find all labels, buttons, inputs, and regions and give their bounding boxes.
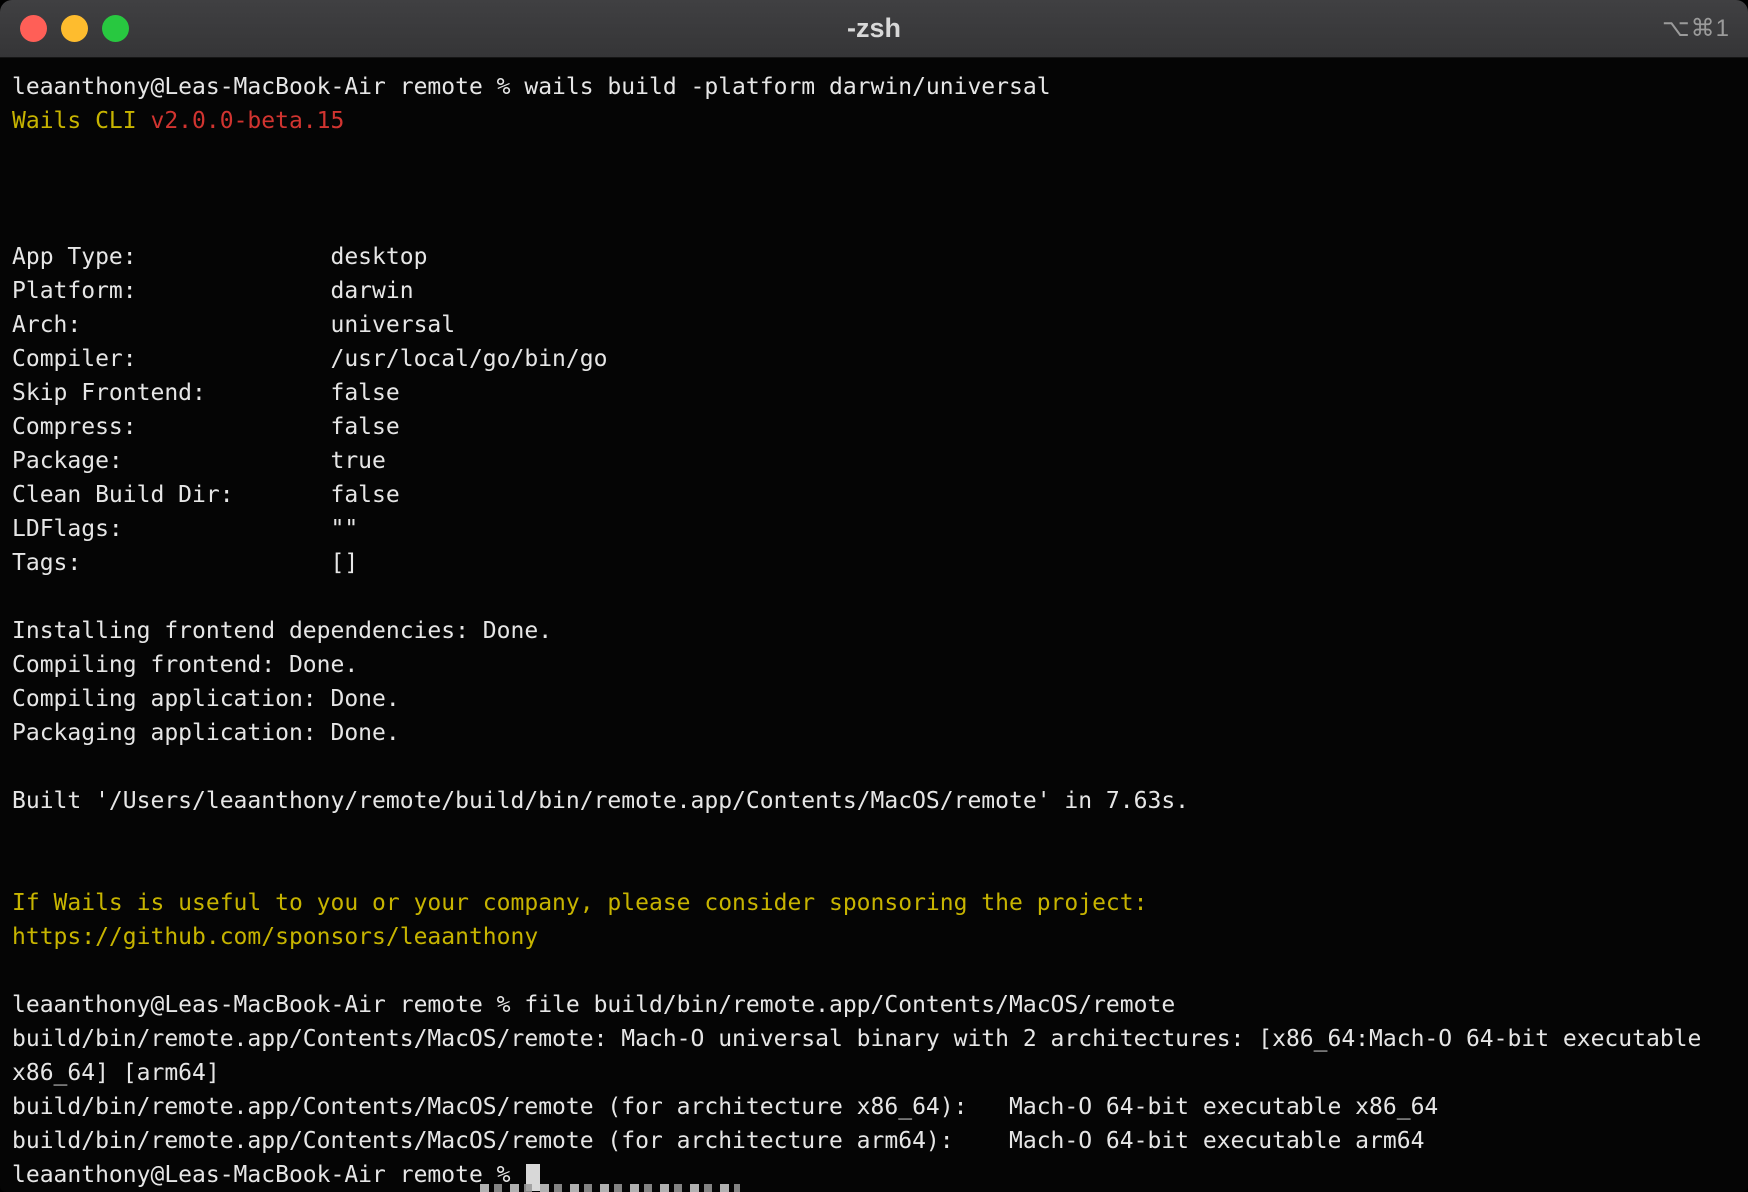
terminal-text-segment: Installing frontend dependencies: Done. — [12, 618, 552, 644]
terminal-line — [12, 580, 1748, 614]
terminal-text-segment: App Type: desktop — [12, 244, 427, 270]
terminal-text-segment: Wails CLI — [12, 108, 150, 134]
terminal-text-segment: leaanthony@Leas-MacBook-Air remote % wai… — [12, 74, 1051, 100]
terminal-text-segment: Built '/Users/leaanthony/remote/build/bi… — [12, 788, 1189, 814]
terminal-text-segment: Platform: darwin — [12, 278, 414, 304]
terminal-text-segment: Skip Frontend: false — [12, 380, 400, 406]
terminal-line — [12, 138, 1748, 172]
terminal-text-segment: Compiling application: Done. — [12, 686, 400, 712]
terminal-text-segment: Packaging application: Done. — [12, 720, 400, 746]
terminal-text-segment: If Wails is useful to you or your compan… — [12, 890, 1147, 916]
window-title: -zsh — [0, 13, 1748, 44]
terminal-line: x86_64] [arm64] — [12, 1056, 1748, 1090]
close-button[interactable] — [20, 15, 47, 42]
terminal-line: Skip Frontend: false — [12, 376, 1748, 410]
terminal-line: leaanthony@Leas-MacBook-Air remote % — [12, 1158, 1748, 1192]
terminal-line — [12, 206, 1748, 240]
terminal-line: LDFlags: "" — [12, 512, 1748, 546]
terminal-line: Installing frontend dependencies: Done. — [12, 614, 1748, 648]
terminal-text-segment: build/bin/remote.app/Contents/MacOS/remo… — [12, 1128, 1424, 1154]
terminal-text-segment: Compress: false — [12, 414, 400, 440]
terminal-line: build/bin/remote.app/Contents/MacOS/remo… — [12, 1022, 1748, 1056]
terminal-text-segment: https://github.com/sponsors/leaanthony — [12, 924, 538, 950]
terminal-line: Built '/Users/leaanthony/remote/build/bi… — [12, 784, 1748, 818]
terminal-line: Compiler: /usr/local/go/bin/go — [12, 342, 1748, 376]
terminal-text-segment: Clean Build Dir: false — [12, 482, 400, 508]
terminal-line: build/bin/remote.app/Contents/MacOS/remo… — [12, 1124, 1748, 1158]
terminal-line: If Wails is useful to you or your compan… — [12, 886, 1748, 920]
zoom-button[interactable] — [102, 15, 129, 42]
terminal-line: Clean Build Dir: false — [12, 478, 1748, 512]
terminal-text-segment: LDFlags: "" — [12, 516, 358, 542]
terminal-line: Packaging application: Done. — [12, 716, 1748, 750]
terminal-line: leaanthony@Leas-MacBook-Air remote % fil… — [12, 988, 1748, 1022]
terminal-line: leaanthony@Leas-MacBook-Air remote % wai… — [12, 70, 1748, 104]
terminal-text-segment: Arch: universal — [12, 312, 455, 338]
terminal-text-segment: leaanthony@Leas-MacBook-Air remote % fil… — [12, 992, 1175, 1018]
terminal-line: Platform: darwin — [12, 274, 1748, 308]
terminal-text-segment: build/bin/remote.app/Contents/MacOS/remo… — [12, 1026, 1701, 1052]
terminal-text-segment: Package: true — [12, 448, 386, 474]
terminal-line: App Type: desktop — [12, 240, 1748, 274]
terminal-text-segment: Compiler: /usr/local/go/bin/go — [12, 346, 607, 372]
terminal-text-segment: leaanthony@Leas-MacBook-Air remote % — [12, 1162, 524, 1188]
terminal-text-segment: Tags: [] — [12, 550, 358, 576]
terminal-line: Tags: [] — [12, 546, 1748, 580]
terminal-line — [12, 818, 1748, 852]
terminal-line: Wails CLI v2.0.0-beta.15 — [12, 104, 1748, 138]
clipped-text-fragment — [480, 1184, 740, 1192]
window-titlebar[interactable]: -zsh ⌥⌘1 — [0, 0, 1748, 58]
terminal-text-segment: v2.0.0-beta.15 — [150, 108, 344, 134]
terminal-line — [12, 172, 1748, 206]
terminal-text-segment: x86_64] [arm64] — [12, 1060, 220, 1086]
terminal-line: build/bin/remote.app/Contents/MacOS/remo… — [12, 1090, 1748, 1124]
terminal-line — [12, 750, 1748, 784]
terminal-line-link[interactable]: https://github.com/sponsors/leaanthony — [12, 920, 1748, 954]
terminal-line: Compiling frontend: Done. — [12, 648, 1748, 682]
terminal-line — [12, 954, 1748, 988]
terminal-line: Package: true — [12, 444, 1748, 478]
terminal-line: Arch: universal — [12, 308, 1748, 342]
terminal-line: Compiling application: Done. — [12, 682, 1748, 716]
traffic-lights — [0, 15, 129, 42]
terminal-line — [12, 852, 1748, 886]
terminal-text-segment: build/bin/remote.app/Contents/MacOS/remo… — [12, 1094, 1438, 1120]
terminal-text-segment: Compiling frontend: Done. — [12, 652, 358, 678]
terminal-output[interactable]: leaanthony@Leas-MacBook-Air remote % wai… — [0, 58, 1748, 1192]
minimize-button[interactable] — [61, 15, 88, 42]
terminal-window: -zsh ⌥⌘1 leaanthony@Leas-MacBook-Air rem… — [0, 0, 1748, 1192]
terminal-line: Compress: false — [12, 410, 1748, 444]
tab-shortcut-badge: ⌥⌘1 — [1662, 14, 1730, 43]
